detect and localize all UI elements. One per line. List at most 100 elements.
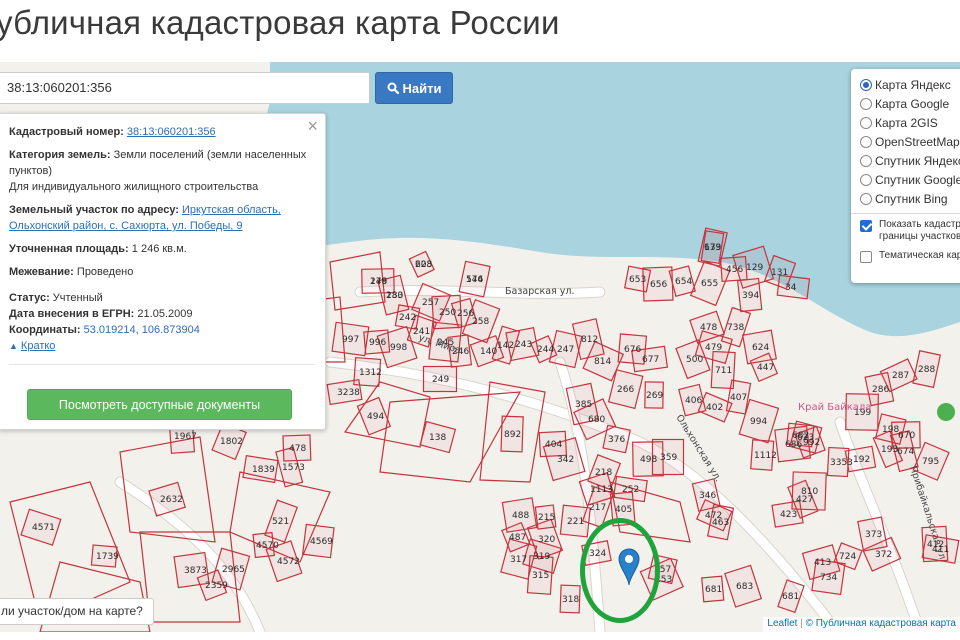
parcel-number-label: 413 (814, 558, 831, 568)
parcel-number-label: 146 (466, 275, 483, 285)
parcel-number-label: 734 (820, 573, 837, 583)
radio-button[interactable] (860, 78, 872, 91)
search-input[interactable]: 38:13:060201:356 (0, 72, 370, 104)
parcel-number-label: 3238 (337, 388, 360, 398)
parcel-number-label: 998 (390, 343, 407, 353)
radio-button[interactable] (860, 116, 872, 129)
parcel-number-label: 3873 (184, 566, 207, 576)
radio-button[interactable] (860, 135, 872, 148)
close-icon[interactable]: × (307, 117, 318, 135)
layer-checkbox-label: Показать кадастр границы участков (879, 219, 960, 242)
parcel-number-label: 1312 (359, 368, 382, 378)
poi-label[interactable]: Край Байкала (798, 402, 871, 413)
parcel-number-label: 317 (510, 555, 527, 565)
parcel-number-label: 478 (289, 444, 306, 454)
parcel-number-label: 142 (497, 341, 514, 351)
parcel-number-label: 192 (853, 455, 870, 465)
triangle-up-icon: ▲ (9, 341, 18, 351)
parcel-number-label: 242 (399, 313, 416, 323)
coords-row: Координаты: 53.019214, 106.873904 (9, 322, 315, 338)
parcel-number-label: 217 (589, 503, 606, 513)
layer-checkbox-option[interactable]: Показать кадастр границы участков (860, 219, 960, 243)
collapse-toggle[interactable]: ▲ Кратко (9, 338, 315, 354)
radio-button[interactable] (860, 173, 872, 186)
parcel-number-label: 623 (797, 433, 814, 443)
map-attribution: Leaflet | © Публичная кадастровая карта (763, 617, 960, 632)
category-row: Категория земель: Земли поселений (земли… (9, 147, 315, 195)
parcel-number-label: 406 (685, 396, 702, 406)
layer-option[interactable]: Спутник Яндекс (860, 151, 960, 170)
checkbox[interactable] (860, 251, 872, 263)
layer-option-label: Спутник Google (875, 172, 960, 187)
poi-icon[interactable] (937, 403, 955, 421)
parcel-number-label: 288 (918, 365, 935, 375)
parcel-number-label: 1113 (590, 485, 613, 495)
parcel-number-label: 738 (727, 323, 744, 333)
layer-option[interactable]: Спутник Bing (860, 189, 960, 208)
cadastral-label: Кадастровый номер: (9, 126, 124, 138)
parcel-number-label: 319 (533, 552, 550, 562)
parcel-number-label: 814 (594, 357, 611, 367)
parcel-number-label: 670 (898, 431, 915, 441)
category-label: Категория земель: (9, 149, 111, 161)
checkbox[interactable] (860, 220, 872, 232)
layer-option[interactable]: Карта 2GIS (860, 113, 960, 132)
layer-checkbox-label: Тематическая карта (879, 250, 960, 261)
parcel-number-label: 1802 (220, 437, 243, 447)
parcel-number-label: 140 (480, 347, 497, 357)
leaflet-link[interactable]: Leaflet (767, 618, 797, 629)
cadastral-link[interactable]: 38:13:060201:356 (127, 126, 216, 138)
parcel-number-label: 394 (742, 291, 759, 301)
egrn-row: Дата внесения в ЕГРН: 21.05.2009 (9, 306, 315, 322)
parcel-number-label: 1112 (754, 451, 777, 461)
search-button-label: Найти (402, 80, 442, 96)
layer-option-label: Спутник Яндекс (875, 153, 960, 168)
layers-panel: Карта Яндекс Карта Google Карта 2GIS OpenSt… (851, 69, 960, 283)
parcel-number-label: 372 (875, 550, 892, 560)
parcel-number-label: 244 (537, 345, 554, 355)
parcel-number-label: 193 (881, 445, 898, 455)
parcel-number-label: 447 (757, 363, 774, 373)
found-parcel-hint-button[interactable]: ли участок/дом на карте? (0, 598, 154, 625)
layer-option-label: OpenStreetMap (875, 134, 960, 149)
layer-checkbox-option[interactable]: Тематическая карта (860, 250, 960, 263)
layer-option[interactable]: Карта Google (860, 94, 960, 113)
parcel-number-label: 677 (642, 355, 659, 365)
parcel-number-label: 346 (699, 491, 716, 501)
parcel-number-label: 198 (882, 425, 899, 435)
radio-button[interactable] (860, 192, 872, 205)
parcel-number-label: 656 (650, 280, 667, 290)
parcel-number-label: 2965 (222, 565, 245, 575)
radio-button[interactable] (860, 154, 872, 167)
parcel-number-label: 359 (660, 453, 677, 463)
parcel-number-label: 795 (922, 457, 939, 467)
area-value: 1 246 кв.м. (131, 243, 187, 255)
parcel-number-label: 892 (504, 430, 521, 440)
source-link[interactable]: © Публичная кадастровая карта (806, 618, 956, 629)
parcel-number-label: 133 (386, 291, 403, 301)
parcel-number-label: 218 (595, 468, 612, 478)
parcel-number-label: 500 (686, 355, 703, 365)
survey-value: Проведено (76, 266, 134, 278)
location-marker-icon[interactable] (618, 548, 640, 586)
parcel-number-label: 287 (892, 371, 909, 381)
survey-label: Межевание: (9, 266, 74, 278)
layer-option[interactable]: Спутник Google (860, 170, 960, 189)
parcel-number-label: 376 (608, 435, 625, 445)
view-documents-button[interactable]: Посмотреть доступные документы (27, 389, 292, 420)
parcel-info-panel: × Кадастровый номер: 38:13:060201:356 Ка… (0, 113, 326, 430)
parcel-number-label: 478 (700, 323, 717, 333)
parcel-number-label: 654 (675, 277, 692, 287)
layers-divider (851, 213, 960, 214)
parcel-number-label: 318 (562, 595, 579, 605)
layer-option[interactable]: Карта Яндекс (860, 75, 960, 94)
status-row: Статус: Учтенный (9, 290, 315, 306)
search-button[interactable]: Найти (375, 72, 453, 104)
parcel-number-label: 266 (617, 385, 634, 395)
radio-button[interactable] (860, 97, 872, 110)
coords-link[interactable]: 53.019214, 106.873904 (84, 324, 200, 336)
layer-option[interactable]: OpenStreetMap (860, 132, 960, 151)
parcel-number-label: 250 (439, 308, 456, 318)
parcel-number-label: 494 (367, 412, 384, 422)
divider (9, 364, 315, 365)
